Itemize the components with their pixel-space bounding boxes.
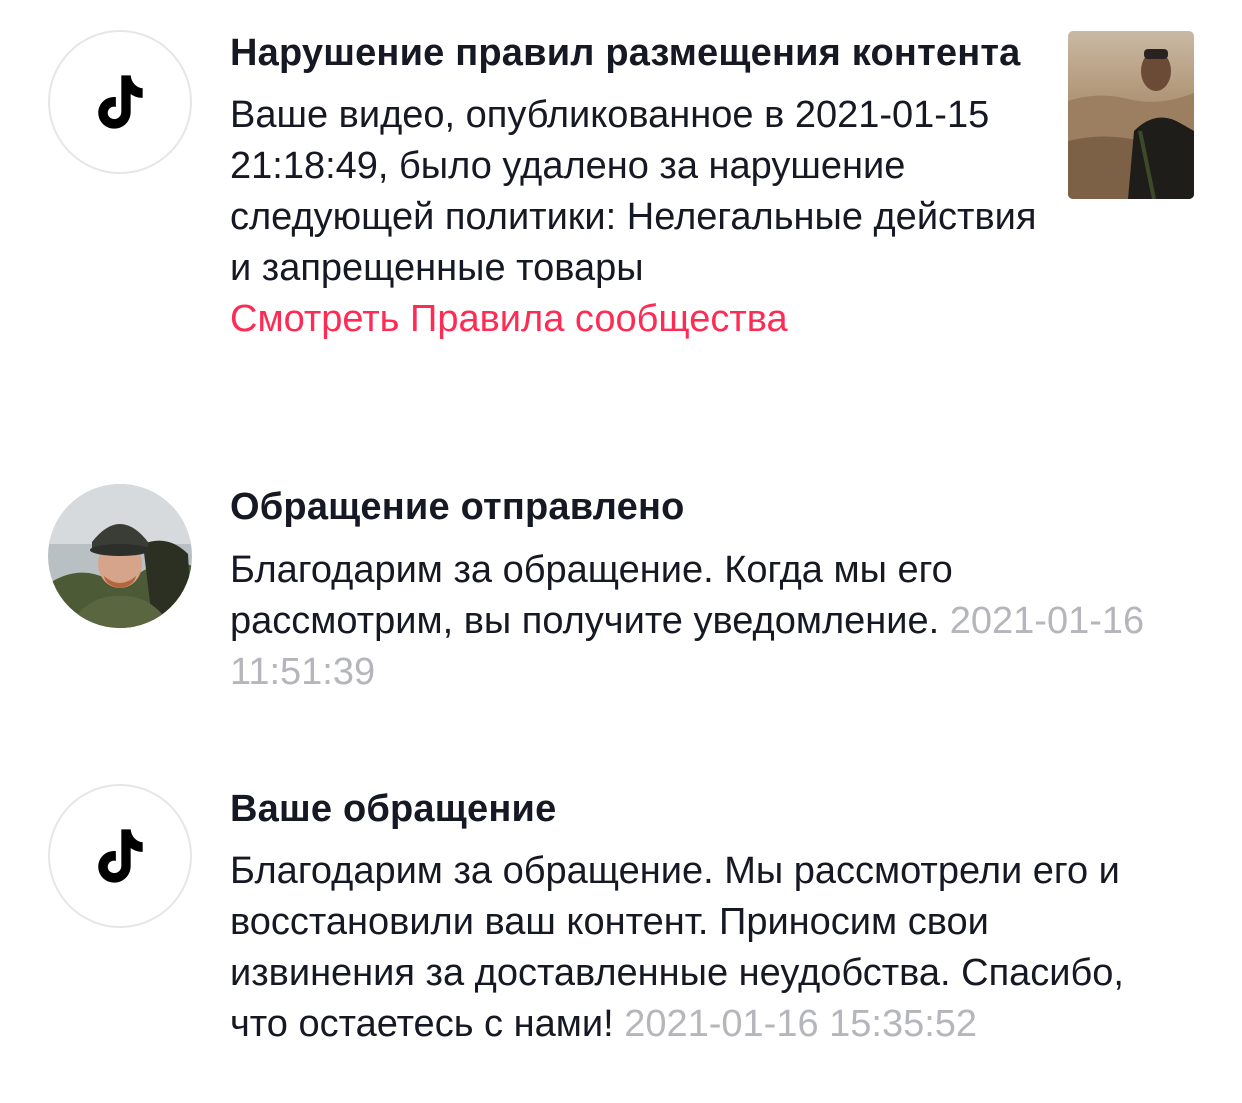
tiktok-avatar[interactable] <box>48 30 192 174</box>
notification-content: Нарушение правил размещения контента Ваш… <box>230 28 1040 345</box>
notification-item[interactable]: Обращение отправлено Благодарим за обращ… <box>0 440 1242 710</box>
tiktok-logo-icon <box>98 75 143 129</box>
notification-content: Ваше обращение Благодарим за обращение. … <box>230 784 1175 1050</box>
notification-body: Благодарим за обращение. Мы рассмотрели … <box>230 846 1175 1050</box>
notification-body: Благодарим за обращение. Когда мы его ра… <box>230 545 1175 698</box>
tiktok-avatar[interactable] <box>48 784 192 928</box>
user-avatar[interactable] <box>48 484 192 628</box>
notification-item[interactable]: Ваше обращение Благодарим за обращение. … <box>0 740 1242 1103</box>
tiktok-logo-icon <box>98 829 143 883</box>
user-avatar-image <box>48 484 192 628</box>
notification-text: Ваше видео, опубликованное в 2021-01-15 … <box>230 94 1037 289</box>
notification-title: Нарушение правил размещения контента <box>230 32 1021 74</box>
notification-title: Ваше обращение <box>230 788 557 830</box>
community-guidelines-link[interactable]: Смотреть Правила сообщества <box>230 294 1040 345</box>
notification-item[interactable]: Нарушение правил размещения контента Ваш… <box>0 0 1242 420</box>
notification-text: Благодарим за обращение. Когда мы его ра… <box>230 549 953 642</box>
notification-body: Ваше видео, опубликованное в 2021-01-15 … <box>230 90 1040 345</box>
notification-title: Обращение отправлено <box>230 486 685 528</box>
video-thumbnail-image <box>1068 31 1194 199</box>
video-thumbnail[interactable] <box>1068 31 1194 199</box>
notification-content: Обращение отправлено Благодарим за обращ… <box>230 482 1175 698</box>
notification-timestamp: 2021-01-16 15:35:52 <box>624 1003 978 1045</box>
